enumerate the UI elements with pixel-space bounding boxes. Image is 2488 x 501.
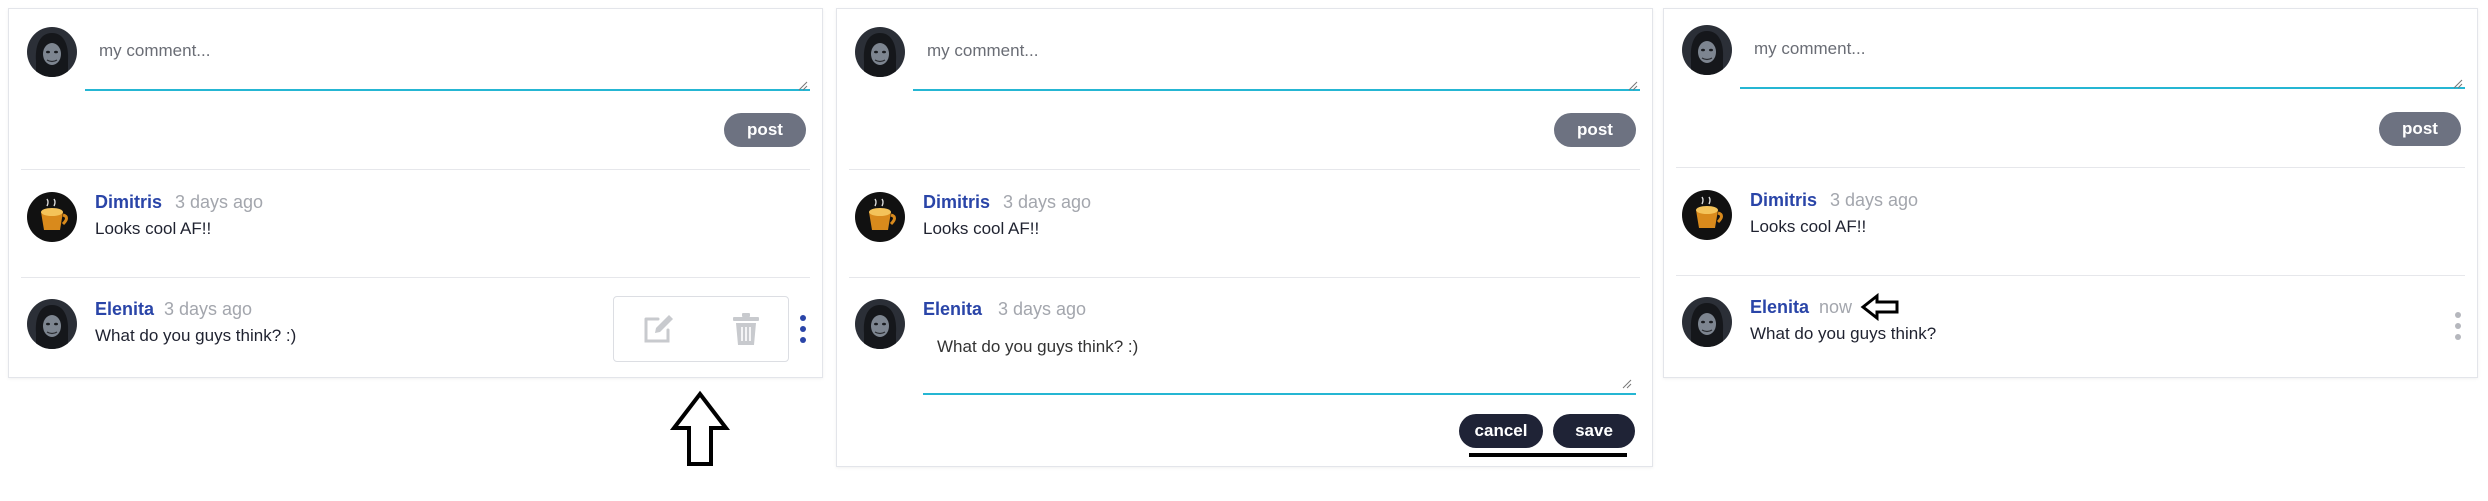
comment-text: Looks cool AF!!	[95, 219, 212, 238]
save-button[interactable]: save	[1553, 414, 1635, 448]
comment-text: What do you guys think? :)	[95, 326, 297, 345]
resize-grip-icon[interactable]	[1622, 379, 1632, 389]
divider	[21, 169, 810, 170]
edit-icon[interactable]	[640, 311, 676, 347]
trash-icon[interactable]	[728, 311, 764, 347]
comment-text: Looks cool AF!!	[923, 219, 1040, 238]
current-user-avatar	[27, 27, 77, 77]
comment-timestamp: 3 days ago	[1830, 190, 1919, 210]
hooded-user-avatar-icon	[855, 299, 905, 349]
more-options-kebab-icon[interactable]	[799, 315, 807, 343]
coffee-cup-avatar-icon	[855, 192, 905, 242]
comment-author[interactable]: Dimitris	[1750, 190, 1817, 211]
comment-author[interactable]: Elenita	[1750, 297, 1809, 318]
resize-grip-icon[interactable]	[2453, 79, 2463, 89]
comment-author[interactable]: Dimitris	[923, 192, 990, 213]
left-arrow-outline-icon	[1860, 293, 1899, 321]
current-user-avatar	[1682, 25, 1732, 75]
comment-avatar	[27, 192, 77, 242]
comment-text: What do you guys think?	[1750, 324, 1937, 343]
divider	[1676, 167, 2465, 168]
more-options-kebab-icon[interactable]	[2454, 312, 2462, 340]
post-button[interactable]: post	[724, 113, 806, 147]
comment-timestamp: 3 days ago	[164, 299, 253, 319]
comments-panel-hover-state: post Dimitris 3 days ago Looks cool AF!!…	[8, 8, 823, 378]
divider	[21, 277, 810, 278]
comment-avatar	[855, 192, 905, 242]
comment-author[interactable]: Dimitris	[95, 192, 162, 213]
divider	[849, 277, 1640, 278]
resize-grip-icon[interactable]	[1628, 81, 1638, 91]
divider	[1676, 275, 2465, 276]
highlight-underline	[1469, 453, 1627, 457]
comment-avatar	[1682, 297, 1732, 347]
hooded-user-avatar-icon	[855, 27, 905, 77]
comment-author[interactable]: Elenita	[95, 299, 154, 320]
comment-actions-popover	[613, 296, 789, 362]
comments-panel-edited-state: post Dimitris 3 days ago Looks cool AF!!…	[1663, 8, 2478, 378]
hooded-user-avatar-icon	[1682, 25, 1732, 75]
divider	[849, 169, 1640, 170]
post-button[interactable]: post	[1554, 113, 1636, 147]
comments-panel-edit-state: post Dimitris 3 days ago Looks cool AF!!…	[836, 8, 1653, 467]
coffee-cup-avatar-icon	[1682, 190, 1732, 240]
edit-comment-textarea[interactable]: What do you guys think? :)	[923, 321, 1636, 395]
comment-timestamp: 3 days ago	[1003, 192, 1092, 212]
cancel-button[interactable]: cancel	[1459, 414, 1543, 448]
hooded-user-avatar-icon	[27, 27, 77, 77]
hooded-user-avatar-icon	[27, 299, 77, 349]
comment-avatar	[27, 299, 77, 349]
comment-timestamp: 3 days ago	[998, 299, 1087, 319]
comment-input[interactable]	[1740, 25, 2465, 89]
up-arrow-outline-icon	[669, 390, 731, 466]
comment-input[interactable]	[85, 27, 810, 91]
comment-avatar	[1682, 190, 1732, 240]
coffee-cup-avatar-icon	[27, 192, 77, 242]
comment-timestamp: now	[1819, 297, 1853, 317]
comment-input[interactable]	[913, 27, 1640, 91]
hooded-user-avatar-icon	[1682, 297, 1732, 347]
post-button[interactable]: post	[2379, 112, 2461, 146]
comment-timestamp: 3 days ago	[175, 192, 264, 212]
comment-avatar	[855, 299, 905, 349]
comment-text: Looks cool AF!!	[1750, 217, 1867, 236]
resize-grip-icon[interactable]	[798, 81, 808, 91]
current-user-avatar	[855, 27, 905, 77]
comment-author[interactable]: Elenita	[923, 299, 982, 320]
